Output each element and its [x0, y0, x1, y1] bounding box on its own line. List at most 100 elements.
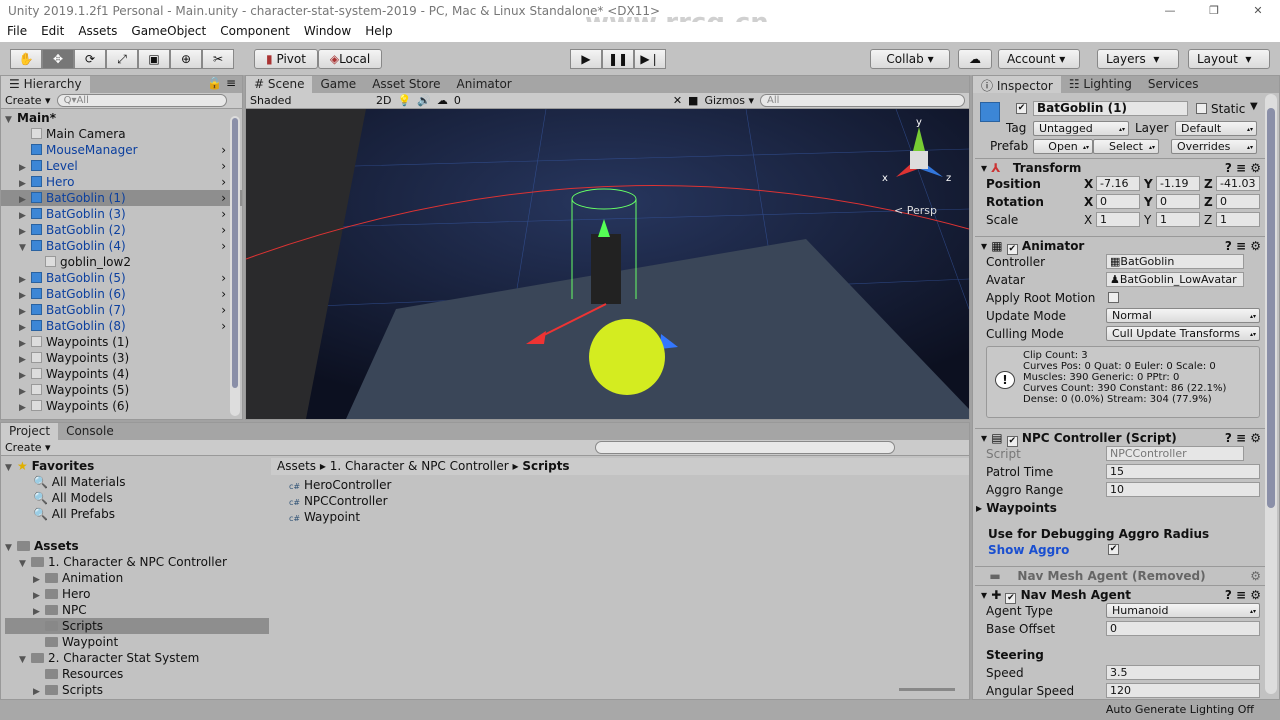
- project-search-input[interactable]: [595, 441, 895, 454]
- hierarchy-item[interactable]: ▶ BatGoblin (7) ›: [1, 302, 242, 318]
- menu-assets[interactable]: Assets: [71, 22, 124, 42]
- persp-label[interactable]: < Persp: [894, 204, 937, 217]
- hierarchy-item[interactable]: ▼ Main*: [1, 110, 242, 126]
- tab-animator[interactable]: Animator: [449, 76, 520, 93]
- scroll-thumb[interactable]: [1267, 108, 1275, 508]
- expand-arrow-icon[interactable]: ▶: [19, 400, 31, 416]
- object-name-input[interactable]: BatGoblin (1): [1033, 101, 1188, 116]
- tab-lighting[interactable]: ☷ Lighting: [1061, 76, 1140, 93]
- tools-icon[interactable]: ✕: [673, 94, 682, 107]
- axis-label[interactable]: Z: [1204, 194, 1213, 210]
- folder-item[interactable]: Scripts: [5, 618, 269, 634]
- culling-mode-dropdown[interactable]: Cull Update Transforms: [1106, 326, 1260, 341]
- scale-z-input[interactable]: 1: [1216, 212, 1260, 227]
- axis-label[interactable]: Y: [1144, 176, 1153, 192]
- folder-item[interactable]: ▶ Animation: [5, 570, 269, 586]
- gizmos-dropdown[interactable]: Gizmos ▾: [704, 94, 754, 107]
- script-file[interactable]: c# NPCController: [289, 493, 391, 509]
- script-file[interactable]: c# Waypoint: [289, 509, 391, 525]
- avatar-field[interactable]: ♟BatGoblin_LowAvatar: [1106, 272, 1244, 287]
- hierarchy-item[interactable]: Main Camera: [1, 126, 242, 142]
- hierarchy-item[interactable]: ▶ Level ›: [1, 158, 242, 174]
- rotation-x-input[interactable]: 0: [1096, 194, 1140, 209]
- 2d-toggle[interactable]: 2D: [376, 94, 391, 107]
- tab-asset-store[interactable]: Asset Store: [364, 76, 448, 93]
- speed-input[interactable]: 3.5: [1106, 665, 1260, 680]
- hierarchy-item[interactable]: ▶ BatGoblin (2) ›: [1, 222, 242, 238]
- patrol-time-input[interactable]: 15: [1106, 464, 1260, 479]
- folder-item[interactable]: Resources: [5, 666, 269, 682]
- assets-header[interactable]: ▼ Assets: [5, 538, 269, 554]
- prefab-overrides-dropdown[interactable]: Overrides: [1171, 139, 1257, 154]
- hierarchy-item[interactable]: ▶ Waypoints (4): [1, 366, 242, 382]
- axis-label[interactable]: X: [1084, 212, 1092, 228]
- axis-label[interactable]: X: [1084, 194, 1093, 210]
- hierarchy-item[interactable]: ▶ BatGoblin (3) ›: [1, 206, 242, 222]
- local-button[interactable]: ◈ Local: [318, 49, 382, 69]
- axis-label[interactable]: Z: [1204, 212, 1212, 228]
- show-aggro-checkbox[interactable]: ✔: [1108, 544, 1119, 555]
- tab-services[interactable]: Services: [1140, 76, 1207, 93]
- scroll-thumb[interactable]: [232, 118, 238, 388]
- custom-tool-icon[interactable]: ✂: [202, 49, 234, 69]
- base-offset-input[interactable]: 0: [1106, 621, 1260, 636]
- nav-removed-header[interactable]: ▬ Nav Mesh Agent (Removed) ⚙: [975, 566, 1265, 584]
- rect-tool-icon[interactable]: ▣: [138, 49, 170, 69]
- static-dropdown-icon[interactable]: ▼: [1250, 101, 1258, 112]
- prefab-open-button[interactable]: Open: [1033, 139, 1093, 154]
- favorite-item[interactable]: 🔍 All Models: [5, 490, 269, 506]
- chevron-right-icon[interactable]: ›: [221, 238, 226, 254]
- gear-icon[interactable]: ⚙: [1250, 567, 1261, 585]
- scale-x-input[interactable]: 1: [1096, 212, 1140, 227]
- chevron-right-icon[interactable]: ›: [221, 222, 226, 238]
- prefab-select-button[interactable]: Select: [1093, 139, 1159, 154]
- agent-type-dropdown[interactable]: Humanoid: [1106, 603, 1260, 618]
- nav-agent-header[interactable]: ▾ ✚ ✔ Nav Mesh Agent? ≡ ⚙: [975, 585, 1265, 604]
- breadcrumb-folder[interactable]: 1. Character & NPC Controller: [330, 459, 509, 473]
- scene-search-input[interactable]: All: [760, 94, 965, 107]
- scene-viewport[interactable]: y x z < Persp: [246, 109, 969, 419]
- chevron-right-icon[interactable]: ›: [221, 318, 226, 334]
- cloud-icon[interactable]: ☁: [958, 49, 992, 69]
- tab-hierarchy[interactable]: ☰ Hierarchy: [1, 76, 90, 93]
- hierarchy-item[interactable]: ▶ BatGoblin (1) ›: [1, 190, 242, 206]
- position-x-input[interactable]: -7.16: [1096, 176, 1140, 191]
- favorite-item[interactable]: 🔍 All Materials: [5, 474, 269, 490]
- tab-scene[interactable]: # Scene: [246, 76, 313, 93]
- audio-toggle-icon[interactable]: 🔊: [417, 94, 431, 107]
- hand-tool-icon[interactable]: ✋: [10, 49, 42, 69]
- minimize-button[interactable]: —: [1148, 0, 1192, 22]
- lighting-toggle-icon[interactable]: 💡: [397, 94, 411, 107]
- update-mode-dropdown[interactable]: Normal: [1106, 308, 1260, 323]
- menu-file[interactable]: File: [0, 22, 34, 42]
- hierarchy-item[interactable]: ▼ BatGoblin (4) ›: [1, 238, 242, 254]
- folder-item[interactable]: ▼ 2. Character Stat System: [5, 650, 269, 666]
- chevron-right-icon[interactable]: ›: [221, 190, 226, 206]
- chevron-right-icon[interactable]: ›: [221, 286, 226, 302]
- hierarchy-search-input[interactable]: Q▾All: [56, 94, 227, 107]
- menu-help[interactable]: Help: [358, 22, 399, 42]
- inspector-scrollbar[interactable]: [1265, 94, 1277, 694]
- component-menu-icon[interactable]: ? ≡ ⚙: [1225, 159, 1261, 177]
- collab-button[interactable]: Collab ▾: [870, 49, 950, 69]
- transform-tool-icon[interactable]: ⊕: [170, 49, 202, 69]
- scale-tool-icon[interactable]: ⤢: [106, 49, 138, 69]
- menu-window[interactable]: Window: [297, 22, 358, 42]
- position-z-input[interactable]: -41.03: [1216, 176, 1260, 191]
- chevron-right-icon[interactable]: ›: [221, 158, 226, 174]
- static-checkbox[interactable]: [1196, 103, 1207, 114]
- hierarchy-item[interactable]: ▶ Waypoints (3): [1, 350, 242, 366]
- breadcrumb-assets[interactable]: Assets: [277, 459, 316, 473]
- scale-y-input[interactable]: 1: [1156, 212, 1200, 227]
- maximize-button[interactable]: ❐: [1192, 0, 1236, 22]
- aggro-range-input[interactable]: 10: [1106, 482, 1260, 497]
- menu-gameobject[interactable]: GameObject: [124, 22, 213, 42]
- account-dropdown[interactable]: Account ▾: [998, 49, 1080, 69]
- rotate-tool-icon[interactable]: ⟳: [74, 49, 106, 69]
- move-tool-icon[interactable]: ✥: [42, 49, 74, 69]
- chevron-right-icon[interactable]: ›: [221, 270, 226, 286]
- hierarchy-item[interactable]: ▶ Waypoints (6): [1, 398, 242, 414]
- pivot-button[interactable]: ▮ Pivot: [254, 49, 318, 69]
- layout-dropdown[interactable]: Layout ▾: [1188, 49, 1270, 69]
- hierarchy-item[interactable]: MouseManager ›: [1, 142, 242, 158]
